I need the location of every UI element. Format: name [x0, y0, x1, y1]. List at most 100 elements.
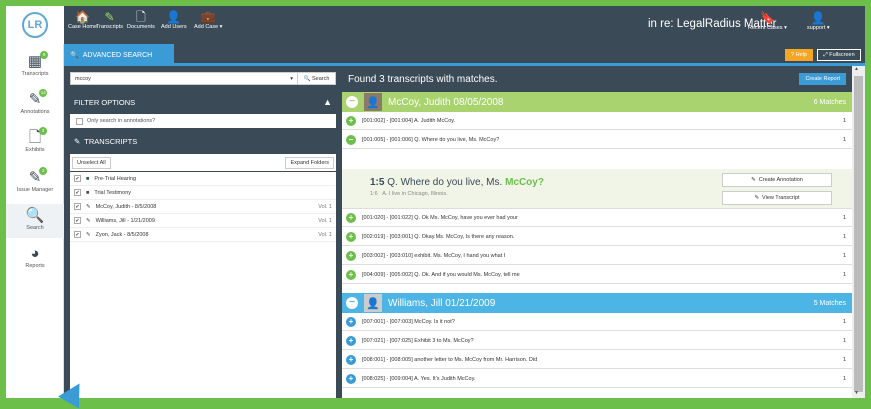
view-transcript-button[interactable]: ✎ View Transcript	[722, 191, 832, 205]
match-row[interactable]: + [001:020] - [001:022] Q. Ok Ms. McCoy, …	[342, 209, 852, 227]
scrollbar-thumb[interactable]	[854, 76, 863, 392]
folder-icon: ■	[86, 189, 90, 196]
recent-cases-button[interactable]: 🔖 Recent Cases ▾	[748, 11, 787, 31]
sidebar-item-reports[interactable]: ◕ Reports	[6, 242, 64, 276]
sidebar-item-annotations[interactable]: ✎ 14 Annotations	[6, 88, 64, 122]
match-row[interactable]: + [007:021] - [007:025] Exhibit 3 to Ms. …	[342, 332, 852, 350]
check-icon[interactable]: ✔	[74, 217, 81, 224]
answer-text: A. I live in Chicago, Illinois.	[382, 191, 448, 197]
scroll-up-icon[interactable]: ▲	[854, 66, 859, 72]
match-text: [008:001] - [008:005] another letter to …	[362, 356, 538, 363]
match-count: 1	[842, 214, 846, 221]
only-annotations-label: Only search in annotations?	[87, 118, 156, 124]
check-icon[interactable]: ✔	[74, 175, 81, 182]
fullscreen-button[interactable]: ⤢ Fullscreen	[817, 49, 861, 61]
match-row[interactable]: + [001:002] - [001:004] A. Judith McCoy. 1	[342, 112, 852, 130]
topnav-label: Add Users	[161, 24, 187, 30]
scroll-down-icon[interactable]: ▼	[854, 390, 859, 396]
scrollbar[interactable]: ▲ ▼	[852, 66, 865, 398]
add-user-icon: 👤	[166, 10, 182, 24]
transcript-list-item[interactable]: ✔ ✎ Zyon, Jack - 8/5/2008 Vol. 1	[70, 228, 336, 242]
sidebar-item-transcripts[interactable]: ▦ 9 Transcripts	[6, 50, 64, 84]
expand-icon[interactable]: +	[346, 231, 356, 242]
results-summary: Found 3 transcripts with matches.	[348, 73, 498, 85]
match-row[interactable]: + [008:025] - [009:004] A. Yes. It's Judi…	[342, 370, 852, 388]
check-icon[interactable]: ✔	[74, 203, 81, 210]
sidebar-item-issue-manager[interactable]: ✎ 2 Issue Manager	[6, 166, 64, 200]
match-text: [007:001] - [007:003] McCoy. Is it not?	[362, 318, 455, 325]
match-count: 6 Matches	[813, 98, 846, 106]
only-annotations-option[interactable]: Only search in annotations?	[70, 114, 336, 128]
match-text: [001:002] - [001:004] A. Judith McCoy.	[362, 117, 456, 124]
topnav-document[interactable]: 🗋 Documents	[127, 10, 155, 30]
search-button[interactable]: 🔍 Search	[298, 72, 336, 85]
check-icon[interactable]: ✔	[74, 189, 81, 196]
match-row[interactable]: + [007:001] - [007:003] McCoy. Is it not?…	[342, 313, 852, 331]
advanced-search-title: ADVANCED SEARCH	[82, 51, 153, 59]
match-question-text: Q. Where do you live, Ms.	[387, 177, 503, 188]
search-input[interactable]: mccoy ▾	[70, 72, 298, 85]
search-icon: 🔍	[70, 52, 79, 59]
topnav-label: Case Home	[68, 24, 98, 30]
match-text: [001:005] - [001:006] Q. Where do you li…	[362, 136, 500, 143]
match-answer: 1:6 A. I live in Chicago, Illinois.	[370, 191, 448, 197]
user-menu-label: support ▾	[807, 25, 830, 31]
transcript-volume: Vol. 1	[318, 203, 332, 210]
expand-icon[interactable]: +	[346, 335, 356, 346]
sidebar-item-exhibits[interactable]: 🗋 3 Exhibits	[6, 126, 64, 160]
expand-icon[interactable]: +	[346, 250, 356, 261]
expand-icon[interactable]: +	[346, 373, 356, 384]
expand-icon[interactable]: +	[346, 269, 356, 280]
transcript-name: Trial Testimony	[94, 189, 132, 196]
create-annotation-button[interactable]: ✎ Create Annotation	[722, 173, 832, 187]
check-icon[interactable]: ✔	[74, 231, 81, 238]
topnav-add-user[interactable]: 👤 Add Users	[161, 10, 187, 30]
topnav-briefcase[interactable]: 💼 Add Case ▾	[194, 10, 222, 30]
match-row[interactable]: + [003:002] - [003:010] exhibit. Ms. McCo…	[342, 247, 852, 265]
topnav-label: Transcripts	[96, 24, 123, 30]
transcript-list-item[interactable]: ✔ ✎ Williams, Jill - 1/21/2009 Vol. 1	[70, 214, 336, 228]
transcripts-header: ✎ TRANSCRIPTS	[70, 132, 336, 150]
logo[interactable]: LR	[6, 6, 64, 44]
collapse-icon[interactable]: −	[346, 96, 358, 108]
collapse-icon[interactable]: −	[346, 134, 356, 145]
advanced-search-tab[interactable]: 🔍 ADVANCED SEARCH	[64, 44, 174, 66]
expand-icon[interactable]: +	[346, 212, 356, 223]
match-count: 1	[842, 337, 846, 344]
transcript-buttons: Unselect All Expand Folders	[70, 154, 336, 171]
match-row[interactable]: + [004:009] - [005:002] Q. Ok. And if you…	[342, 266, 852, 284]
collapse-icon[interactable]: −	[346, 297, 358, 309]
sidebar-item-search[interactable]: 🔍 Search	[6, 204, 64, 238]
topnav-home[interactable]: 🏠 Case Home	[68, 10, 97, 30]
match-row[interactable]: + [008:001] - [008:005] another letter to…	[342, 351, 852, 369]
sidebar-item-label: Search	[26, 225, 44, 231]
expand-icon[interactable]: +	[346, 354, 356, 365]
transcript-icon: ✎	[754, 195, 760, 201]
match-row[interactable]: − [001:005] - [001:006] Q. Where do you l…	[342, 131, 852, 149]
expand-icon[interactable]: +	[346, 115, 356, 126]
transcript-list-item[interactable]: ✔ ■ Trial Testimony	[70, 186, 336, 200]
count-badge: 9	[40, 51, 49, 59]
transcript-list-item[interactable]: ✔ ■ Pre-Trial Hearing	[70, 172, 336, 186]
match-count: 1	[842, 233, 846, 240]
transcript-icon: ✎	[74, 136, 81, 146]
create-report-button[interactable]: Create Report	[799, 73, 846, 85]
transcript-icon: ✎	[86, 203, 91, 210]
witness-header-mccoy[interactable]: − 👤 McCoy, Judith 08/05/2008 6 Matches	[342, 92, 852, 112]
help-button[interactable]: ? Help	[785, 49, 813, 61]
sidebar-glyph: ◕	[30, 245, 40, 262]
only-annotations-checkbox[interactable]	[76, 117, 83, 125]
unselect-all-button[interactable]: Unselect All	[72, 156, 111, 169]
topnav-transcript[interactable]: ✎ Transcripts	[96, 10, 123, 30]
user-menu-button[interactable]: 👤 support ▾	[807, 11, 830, 31]
transcript-name: Zyon, Jack - 8/5/2008	[95, 231, 149, 238]
expand-icon[interactable]: +	[346, 316, 356, 327]
search-icon: 🔍	[26, 207, 45, 225]
transcript-name: Williams, Jill - 1/21/2009	[95, 217, 155, 224]
filter-options-title: FILTER OPTIONS	[74, 97, 136, 107]
filter-options-header[interactable]: FILTER OPTIONS ▲	[70, 93, 336, 111]
transcript-list-item[interactable]: ✔ ✎ McCoy, Judith - 8/5/2008 Vol. 1	[70, 200, 336, 214]
match-row[interactable]: + [002:019] - [003:001] Q. Okay.Ms. McCoy…	[342, 228, 852, 246]
witness-header-williams[interactable]: − 👤 Williams, Jill 01/21/2009 5 Matches	[342, 293, 852, 313]
expand-folders-button[interactable]: Expand Folders	[285, 156, 334, 169]
